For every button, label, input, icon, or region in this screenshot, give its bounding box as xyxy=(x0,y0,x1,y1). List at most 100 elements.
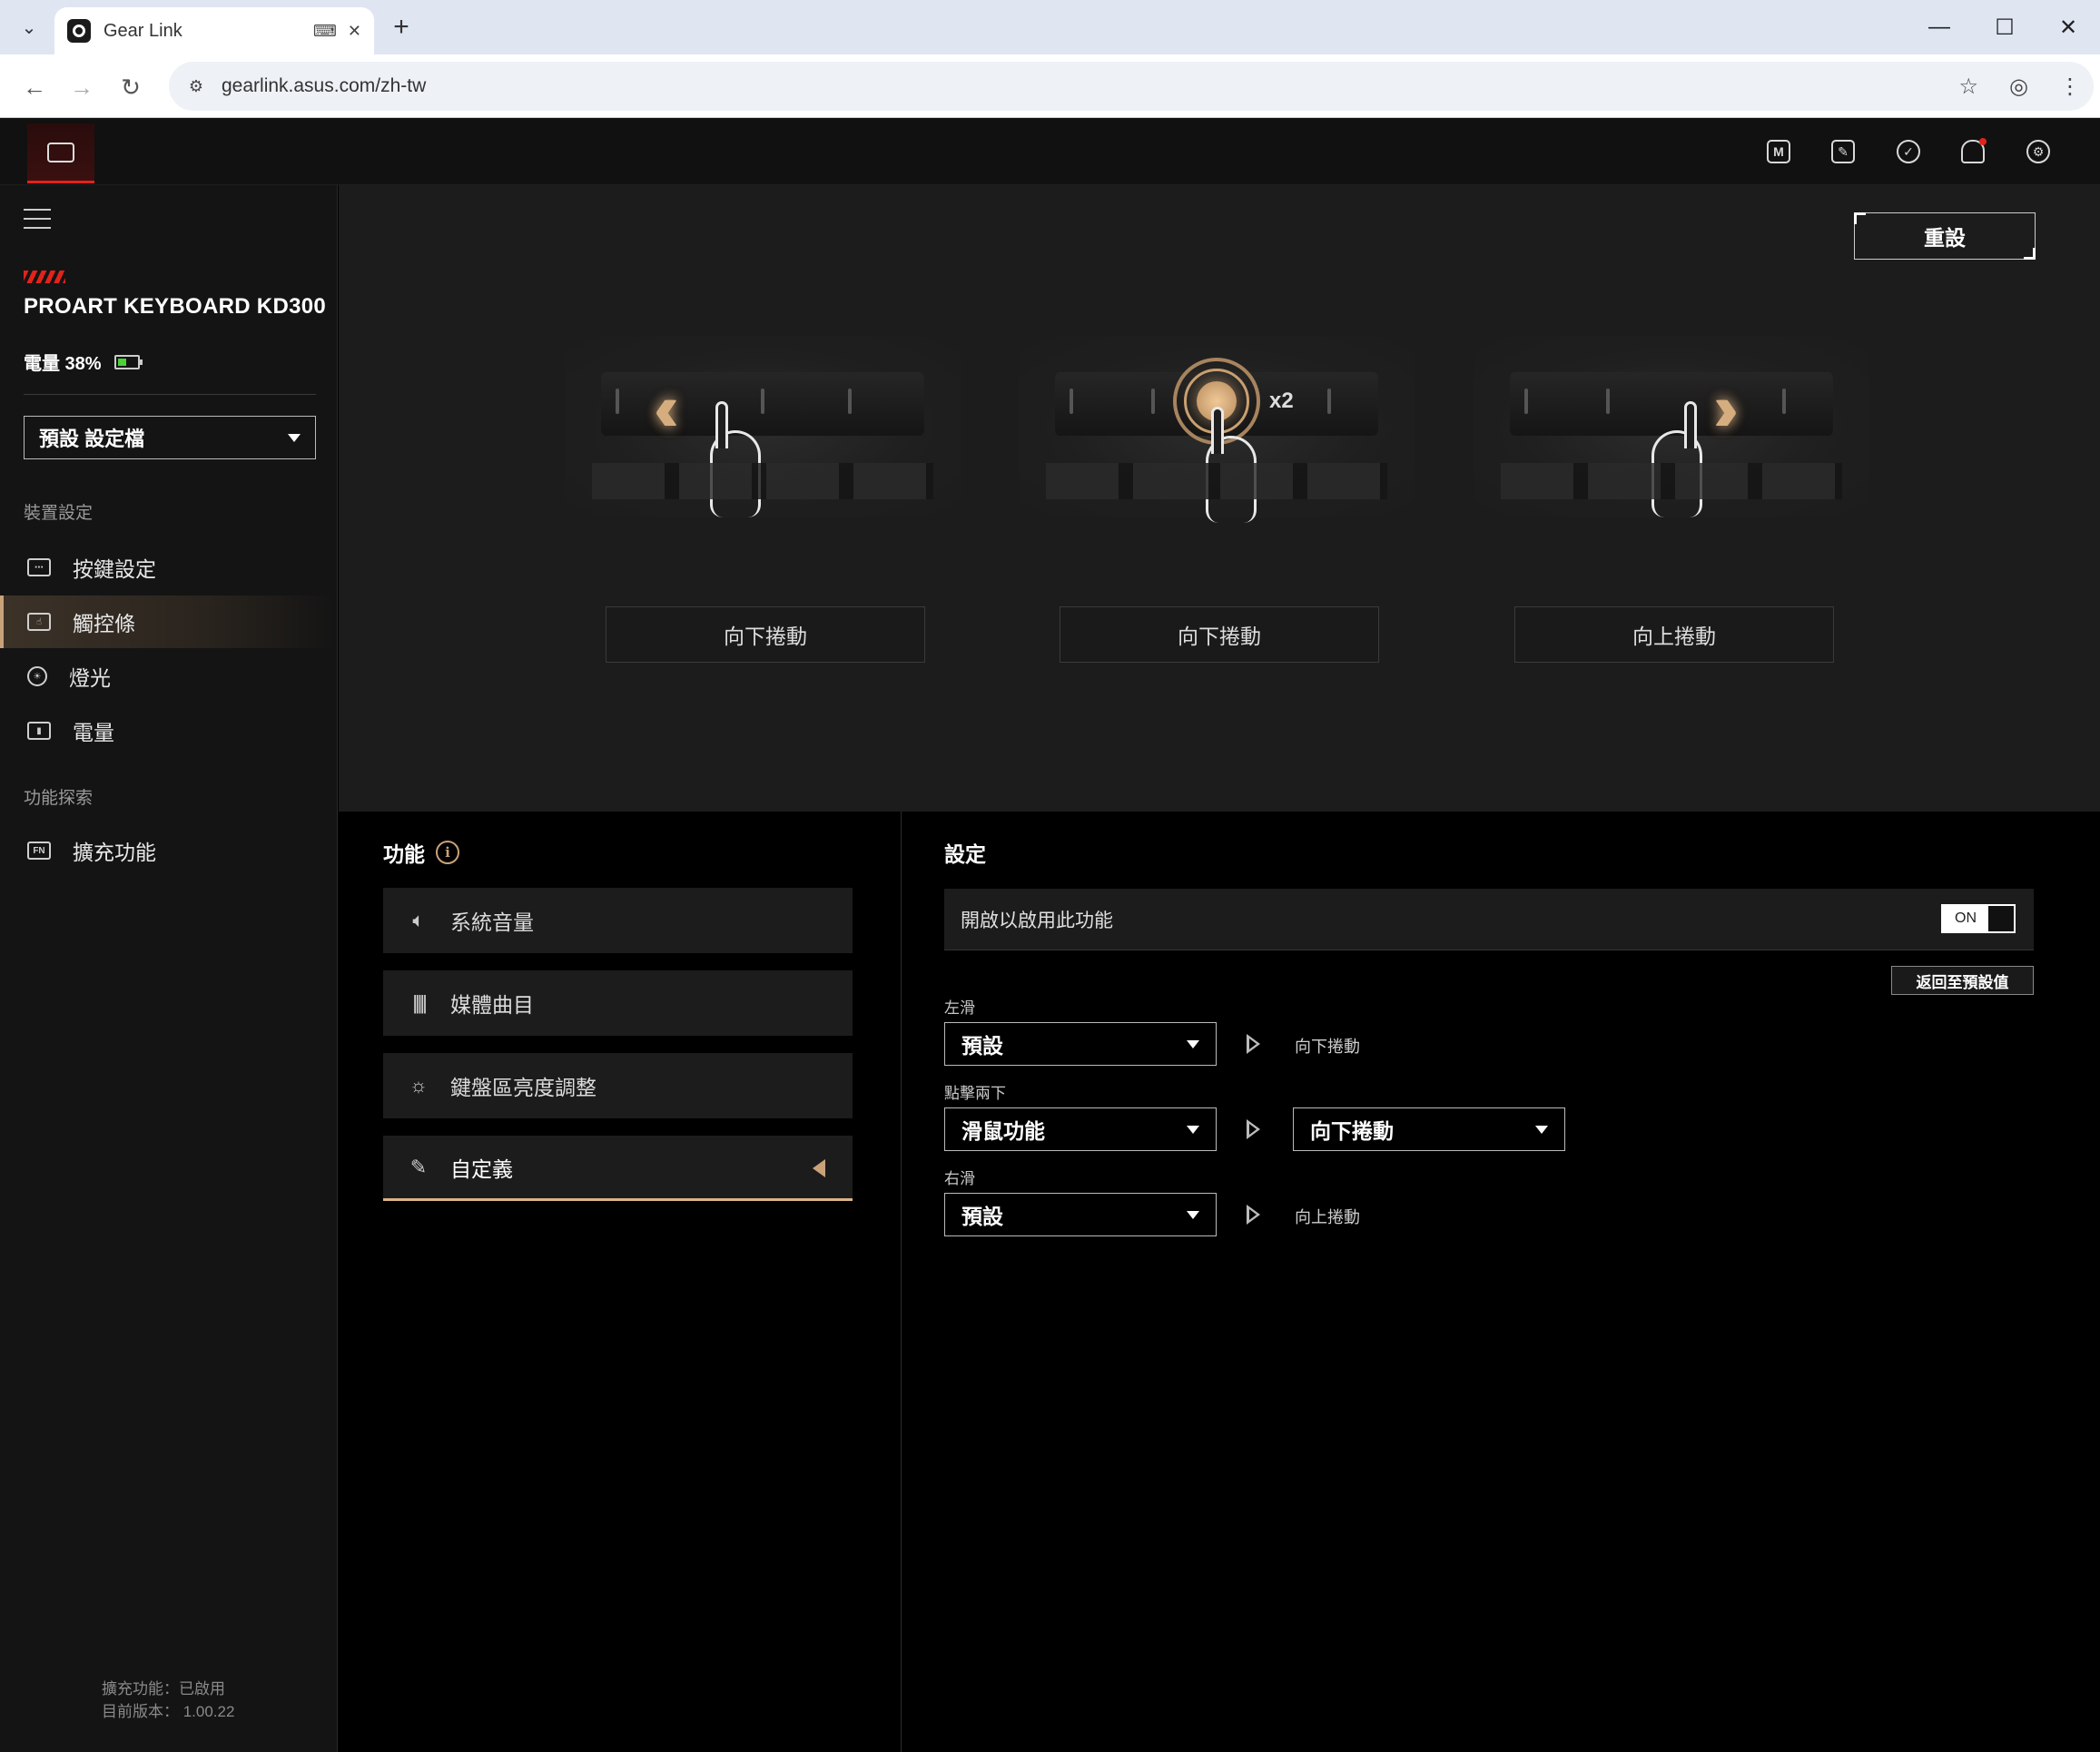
sidebar-item-lighting[interactable]: ☀ 燈光 xyxy=(0,650,337,703)
notification-dot xyxy=(1979,138,1987,145)
gear-icon[interactable]: ⚙ xyxy=(2021,134,2056,169)
double-tap-badge: x2 xyxy=(1269,389,1294,413)
right-swipe-select-value: 預設 xyxy=(961,1205,1003,1228)
enable-feature-row: 開啟以啟用此功能 ON xyxy=(944,889,2034,950)
app-header: M ✎ ✓ ⚙ xyxy=(0,118,2100,185)
gesture-swipe-right-action: 向上捲動 xyxy=(1514,606,1834,663)
double-tap-label: 點擊兩下 xyxy=(944,1085,1006,1102)
maximize-button[interactable]: ☐ xyxy=(1987,9,2023,45)
extension-status-text: 擴充功能：已啟用 xyxy=(102,1680,225,1698)
site-settings-icon[interactable]: ⚙ xyxy=(182,72,211,101)
tab-close-icon[interactable]: ✕ xyxy=(348,22,361,41)
function-system-volume[interactable]: 🔈︎ 系統音量 xyxy=(383,888,853,953)
function-label: 鍵盤區亮度調整 xyxy=(450,1076,596,1099)
hamburger-menu-icon[interactable] xyxy=(24,209,51,229)
function-keyboard-brightness[interactable]: ☼ 鍵盤區亮度調整 xyxy=(383,1053,853,1118)
volume-icon: 🔈︎ xyxy=(412,909,425,931)
play-arrow-icon xyxy=(1247,1205,1260,1225)
toggle-knob xyxy=(1988,906,2014,931)
tab-list-chevron-icon[interactable]: ⌄ xyxy=(13,11,45,44)
function-label: 自定義 xyxy=(450,1157,513,1181)
chevron-down-icon xyxy=(1187,1126,1199,1134)
section-device-settings: 裝置設定 xyxy=(24,504,94,523)
function-media-track[interactable]: ||||| 媒體曲目 xyxy=(383,970,853,1036)
chevron-left-icon: ‹‹‹ xyxy=(654,372,679,445)
browser-menu-icon[interactable]: ⋮ xyxy=(2059,74,2081,100)
url-text: gearlink.asus.com/zh-tw xyxy=(222,75,427,96)
gear-link-favicon-icon xyxy=(67,19,91,43)
sidebar-divider xyxy=(24,394,316,395)
back-arrow-icon[interactable]: ← xyxy=(16,69,53,105)
new-tab-button[interactable]: + xyxy=(385,11,418,44)
bookmark-star-icon[interactable]: ☆ xyxy=(1959,74,1979,100)
chevron-down-icon xyxy=(288,434,301,442)
double-tap-select-value: 滑鼠功能 xyxy=(961,1119,1045,1143)
function-label: 媒體曲目 xyxy=(450,993,534,1017)
chevron-down-icon xyxy=(1187,1040,1199,1048)
double-tap-select[interactable]: 滑鼠功能 xyxy=(944,1107,1217,1151)
chevron-down-icon xyxy=(1535,1126,1548,1134)
selected-arrow-icon xyxy=(813,1159,825,1177)
minimize-button[interactable]: — xyxy=(1921,9,1957,45)
config-panel: 功能 i 🔈︎ 系統音量 ||||| 媒體曲目 ☼ 鍵盤區亮度調整 ✎ 自定義 … xyxy=(339,812,2100,1752)
profile-dropdown[interactable]: 預設 設定檔 xyxy=(24,416,316,459)
function-title: 功能 i xyxy=(383,837,459,868)
sidebar-item-battery[interactable]: ▮ 電量 xyxy=(0,704,337,757)
profile-icon[interactable]: ◎ xyxy=(2009,74,2028,100)
right-swipe-select[interactable]: 預設 xyxy=(944,1193,1217,1236)
app-home-icon[interactable] xyxy=(27,123,94,183)
sync-icon[interactable]: ✓ xyxy=(1891,134,1926,169)
brand-stripes-logo xyxy=(24,271,65,283)
sidebar: PROART KEYBOARD KD300 電量 38% 預設 設定檔 裝置設定… xyxy=(0,185,338,1752)
media-track-icon: ||||| xyxy=(412,991,428,1014)
fn-icon: FN xyxy=(27,842,51,860)
sidebar-item-touchbar[interactable]: ☝ 觸控條 xyxy=(0,595,337,648)
light-icon: ☀ xyxy=(27,666,47,686)
sidebar-item-label: 觸控條 xyxy=(73,612,135,635)
section-feature-explore: 功能探索 xyxy=(24,789,94,808)
address-bar[interactable]: ⚙ gearlink.asus.com/zh-tw ☆ ◎ ⋮ xyxy=(169,62,2094,111)
sidebar-item-key-settings[interactable]: ⋯ 按鍵設定 xyxy=(0,541,337,594)
play-arrow-icon xyxy=(1247,1119,1260,1139)
restore-defaults-button[interactable]: 返回至預設值 xyxy=(1891,966,2034,995)
function-custom[interactable]: ✎ 自定義 xyxy=(383,1136,853,1201)
enable-toggle[interactable]: ON xyxy=(1941,904,2016,933)
battery-text: 電量 38% xyxy=(24,354,102,374)
tab-title: Gear Link xyxy=(104,20,182,41)
reload-icon[interactable]: ↻ xyxy=(113,69,149,105)
double-tap-action-select[interactable]: 向下捲動 xyxy=(1293,1107,1565,1151)
toggle-state: ON xyxy=(1943,906,1988,931)
sidebar-item-label: 燈光 xyxy=(69,666,111,690)
info-icon[interactable]: i xyxy=(436,841,459,864)
sidebar-item-extensions[interactable]: FN 擴充功能 xyxy=(0,824,337,877)
sidebar-item-label: 按鍵設定 xyxy=(73,557,156,581)
bell-icon[interactable] xyxy=(1956,134,1990,169)
left-swipe-label: 左滑 xyxy=(944,999,975,1017)
sidebar-item-label: 電量 xyxy=(73,721,114,744)
enable-feature-label: 開啟以啟用此功能 xyxy=(961,910,1113,931)
battery-icon: ▮ xyxy=(27,722,51,740)
reset-button[interactable]: 重設 xyxy=(1854,212,2036,260)
browser-tab[interactable]: Gear Link ⌨ ✕ xyxy=(54,7,374,54)
gesture-swipe-left-illustration: ‹‹‹ xyxy=(565,336,961,517)
sidebar-item-label: 擴充功能 xyxy=(73,841,156,864)
play-arrow-icon xyxy=(1247,1034,1260,1054)
left-swipe-select-value: 預設 xyxy=(961,1034,1003,1058)
left-swipe-select[interactable]: 預設 xyxy=(944,1022,1217,1066)
touchbar-icon: ☝ xyxy=(27,613,51,631)
browser-tab-bar: ⌄ Gear Link ⌨ ✕ + — ☐ ✕ xyxy=(0,0,2100,54)
forward-arrow-icon[interactable]: → xyxy=(64,69,100,105)
profile-dropdown-value: 預設 設定檔 xyxy=(39,428,145,450)
gesture-swipe-right-illustration: ››› xyxy=(1474,336,1869,517)
edit-icon[interactable]: ✎ xyxy=(1826,134,1860,169)
settings-title: 設定 xyxy=(944,842,986,866)
settings-section: 設定 開啟以啟用此功能 ON 返回至預設值 左滑 預設 向下捲動 點擊兩下 滑鼠… xyxy=(902,812,2100,1752)
version-info: 擴充功能：已啟用 目前版本： 1.00.22 xyxy=(102,1678,234,1723)
macro-icon[interactable]: M xyxy=(1761,134,1796,169)
version-text: 目前版本： 1.00.22 xyxy=(102,1703,235,1720)
window-close-button[interactable]: ✕ xyxy=(2050,9,2086,45)
left-swipe-result: 向下捲動 xyxy=(1295,1038,1360,1056)
function-list: 功能 i 🔈︎ 系統音量 ||||| 媒體曲目 ☼ 鍵盤區亮度調整 ✎ 自定義 xyxy=(339,812,902,1752)
gesture-preview-panel: 重設 ‹‹‹ x2 ››› 向下捲動 向下捲動 向上捲動 xyxy=(339,185,2100,812)
double-tap-action-value: 向下捲動 xyxy=(1310,1119,1394,1143)
